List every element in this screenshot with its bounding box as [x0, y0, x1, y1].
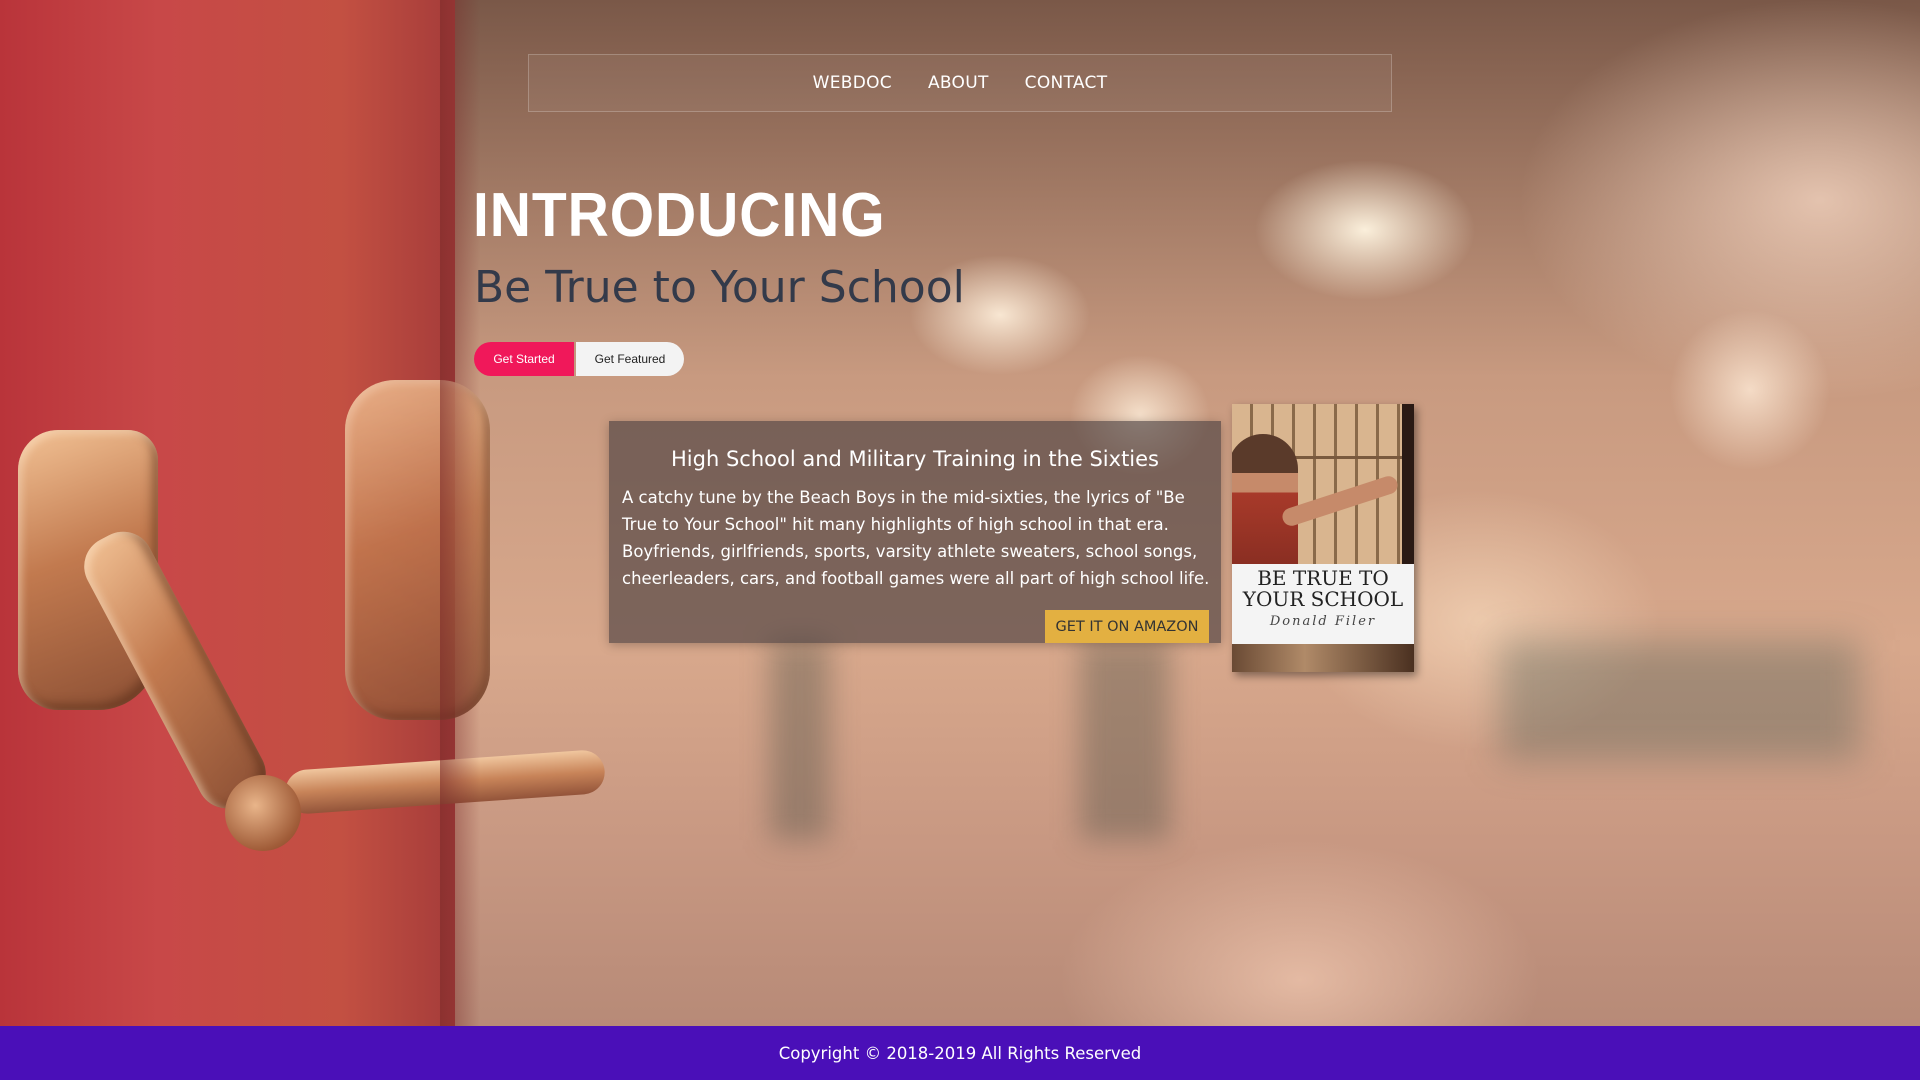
card-description: A catchy tune by the Beach Boys in the m… — [622, 488, 1210, 588]
nav-contact[interactable]: CONTACT — [1025, 73, 1108, 93]
hero-title: INTRODUCING — [473, 181, 886, 250]
book-title-line-1: BE TRUE TO — [1257, 566, 1389, 590]
copyright-text: Copyright © 2018-2019 All Rights Reserve… — [778, 1043, 1142, 1063]
door-handle-back — [345, 380, 490, 720]
background-shadow — [770, 640, 830, 840]
amazon-button[interactable]: GET IT ON AMAZON — [1045, 610, 1209, 643]
cover-locker-edge — [1402, 404, 1414, 564]
nav-webdoc[interactable]: WEBDOC — [813, 73, 892, 93]
footer: Copyright © 2018-2019 All Rights Reserve… — [0, 1026, 1920, 1080]
cover-student-arm — [1280, 473, 1400, 529]
book-cover-photo — [1232, 404, 1414, 564]
nav-about[interactable]: ABOUT — [928, 73, 989, 93]
get-featured-button[interactable]: Get Featured — [576, 342, 684, 376]
cover-student — [1232, 434, 1298, 564]
top-nav: WEBDOC ABOUT CONTACT — [528, 54, 1392, 112]
book-cover-title: BE TRUE TO YOUR SCHOOL — [1232, 568, 1414, 610]
book-info-card: High School and Military Training in the… — [609, 421, 1221, 643]
background-shadow — [1080, 640, 1170, 840]
book-title-line-2: YOUR SCHOOL — [1242, 587, 1404, 611]
door-push-bar — [283, 748, 607, 816]
background-lockers — [1500, 640, 1860, 760]
card-heading: High School and Military Training in the… — [671, 447, 1159, 471]
hero-subtitle: Be True to Your School — [474, 262, 965, 313]
book-cover-bottom — [1232, 644, 1414, 672]
book-author: Donald Filer — [1269, 614, 1377, 629]
door-pivot — [225, 775, 301, 851]
red-door — [0, 0, 607, 1026]
book-cover[interactable]: BE TRUE TO YOUR SCHOOL Donald Filer — [1232, 404, 1414, 672]
get-started-button[interactable]: Get Started — [474, 342, 574, 376]
